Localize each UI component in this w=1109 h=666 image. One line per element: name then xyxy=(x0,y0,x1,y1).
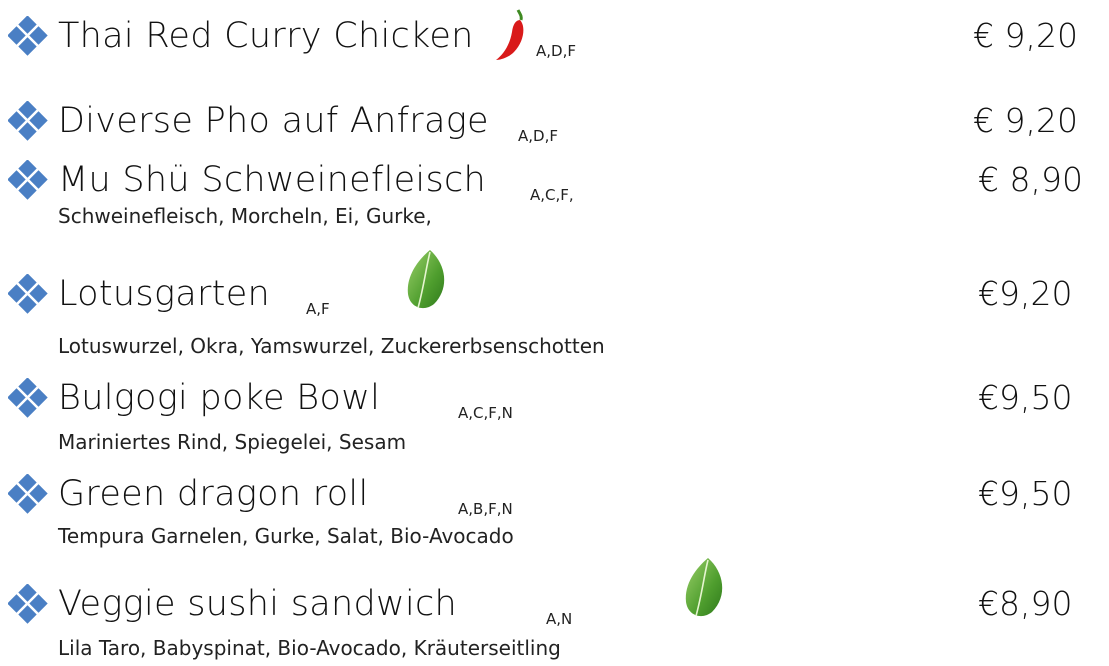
dish-description: Lila Taro, Babyspinat, Bio-Avocado, Kräu… xyxy=(58,636,561,660)
diamond-bullet-icon xyxy=(8,16,48,56)
dish-price: €9,50 xyxy=(978,378,1073,417)
dish-name: Green dragon roll xyxy=(58,474,369,514)
diamond-bullet-icon xyxy=(8,378,48,418)
menu-page: { "colors": { "bullet": "#4a7fc4", "chil… xyxy=(0,0,1109,666)
leaf-icon xyxy=(684,557,723,617)
dish-price: €9,20 xyxy=(978,274,1073,313)
dish-description: Schweinefleisch, Morcheln, Ei, Gurke, xyxy=(58,204,432,228)
allergen-codes: A,C,F,N xyxy=(458,404,513,422)
diamond-bullet-icon xyxy=(8,101,48,141)
dish-price: € 8,90 xyxy=(978,160,1083,199)
menu-item: Mu Shü Schweinefleisch A,C,F, € 8,90 Sch… xyxy=(0,156,1109,228)
allergen-codes: A,F xyxy=(306,300,330,318)
leaf-icon xyxy=(406,249,445,309)
menu-item: Green dragon roll A,B,F,N €9,50 Tempura … xyxy=(0,470,1109,548)
allergen-codes: A,C,F, xyxy=(530,186,574,204)
dish-price: € 9,20 xyxy=(973,101,1078,140)
dish-description: Mariniertes Rind, Spiegelei, Sesam xyxy=(58,430,407,454)
menu-item: Veggie sushi sandwich A,N €8,90 Lila Tar… xyxy=(0,557,1109,660)
dish-name: Veggie sushi sandwich xyxy=(58,584,457,624)
allergen-codes: A,D,F xyxy=(536,42,576,60)
dish-name: Lotusgarten xyxy=(58,274,271,314)
dish-name: Bulgogi poke Bowl xyxy=(58,378,381,418)
allergen-codes: A,D,F xyxy=(518,127,558,145)
diamond-bullet-icon xyxy=(8,474,48,514)
allergen-codes: A,B,F,N xyxy=(458,500,513,518)
menu-item: Bulgogi poke Bowl A,C,F,N €9,50 Marinier… xyxy=(0,374,1109,454)
dish-description: Lotuswurzel, Okra, Yamswurzel, Zuckererb… xyxy=(58,334,605,358)
dish-name: Thai Red Curry Chicken xyxy=(58,16,474,56)
diamond-bullet-icon xyxy=(8,160,48,200)
dish-description: Tempura Garnelen, Gurke, Salat, Bio-Avoc… xyxy=(58,524,514,548)
chili-icon xyxy=(494,8,525,62)
dish-name: Diverse Pho auf Anfrage xyxy=(58,101,489,141)
menu-item: Diverse Pho auf Anfrage A,D,F € 9,20 xyxy=(0,97,1109,157)
dish-price: €8,90 xyxy=(978,584,1073,623)
dish-name: Mu Shü Schweinefleisch xyxy=(58,160,487,200)
dish-price: € 9,20 xyxy=(973,16,1078,55)
menu-item: Thai Red Curry Chicken A,D,F € 9,20 xyxy=(0,8,1109,72)
diamond-bullet-icon xyxy=(8,274,48,314)
menu-item: Lotusgarten A,F €9,20 Lotuswurzel, Okra,… xyxy=(0,249,1109,358)
diamond-bullet-icon xyxy=(8,584,48,624)
allergen-codes: A,N xyxy=(546,610,573,628)
dish-price: €9,50 xyxy=(978,474,1073,513)
